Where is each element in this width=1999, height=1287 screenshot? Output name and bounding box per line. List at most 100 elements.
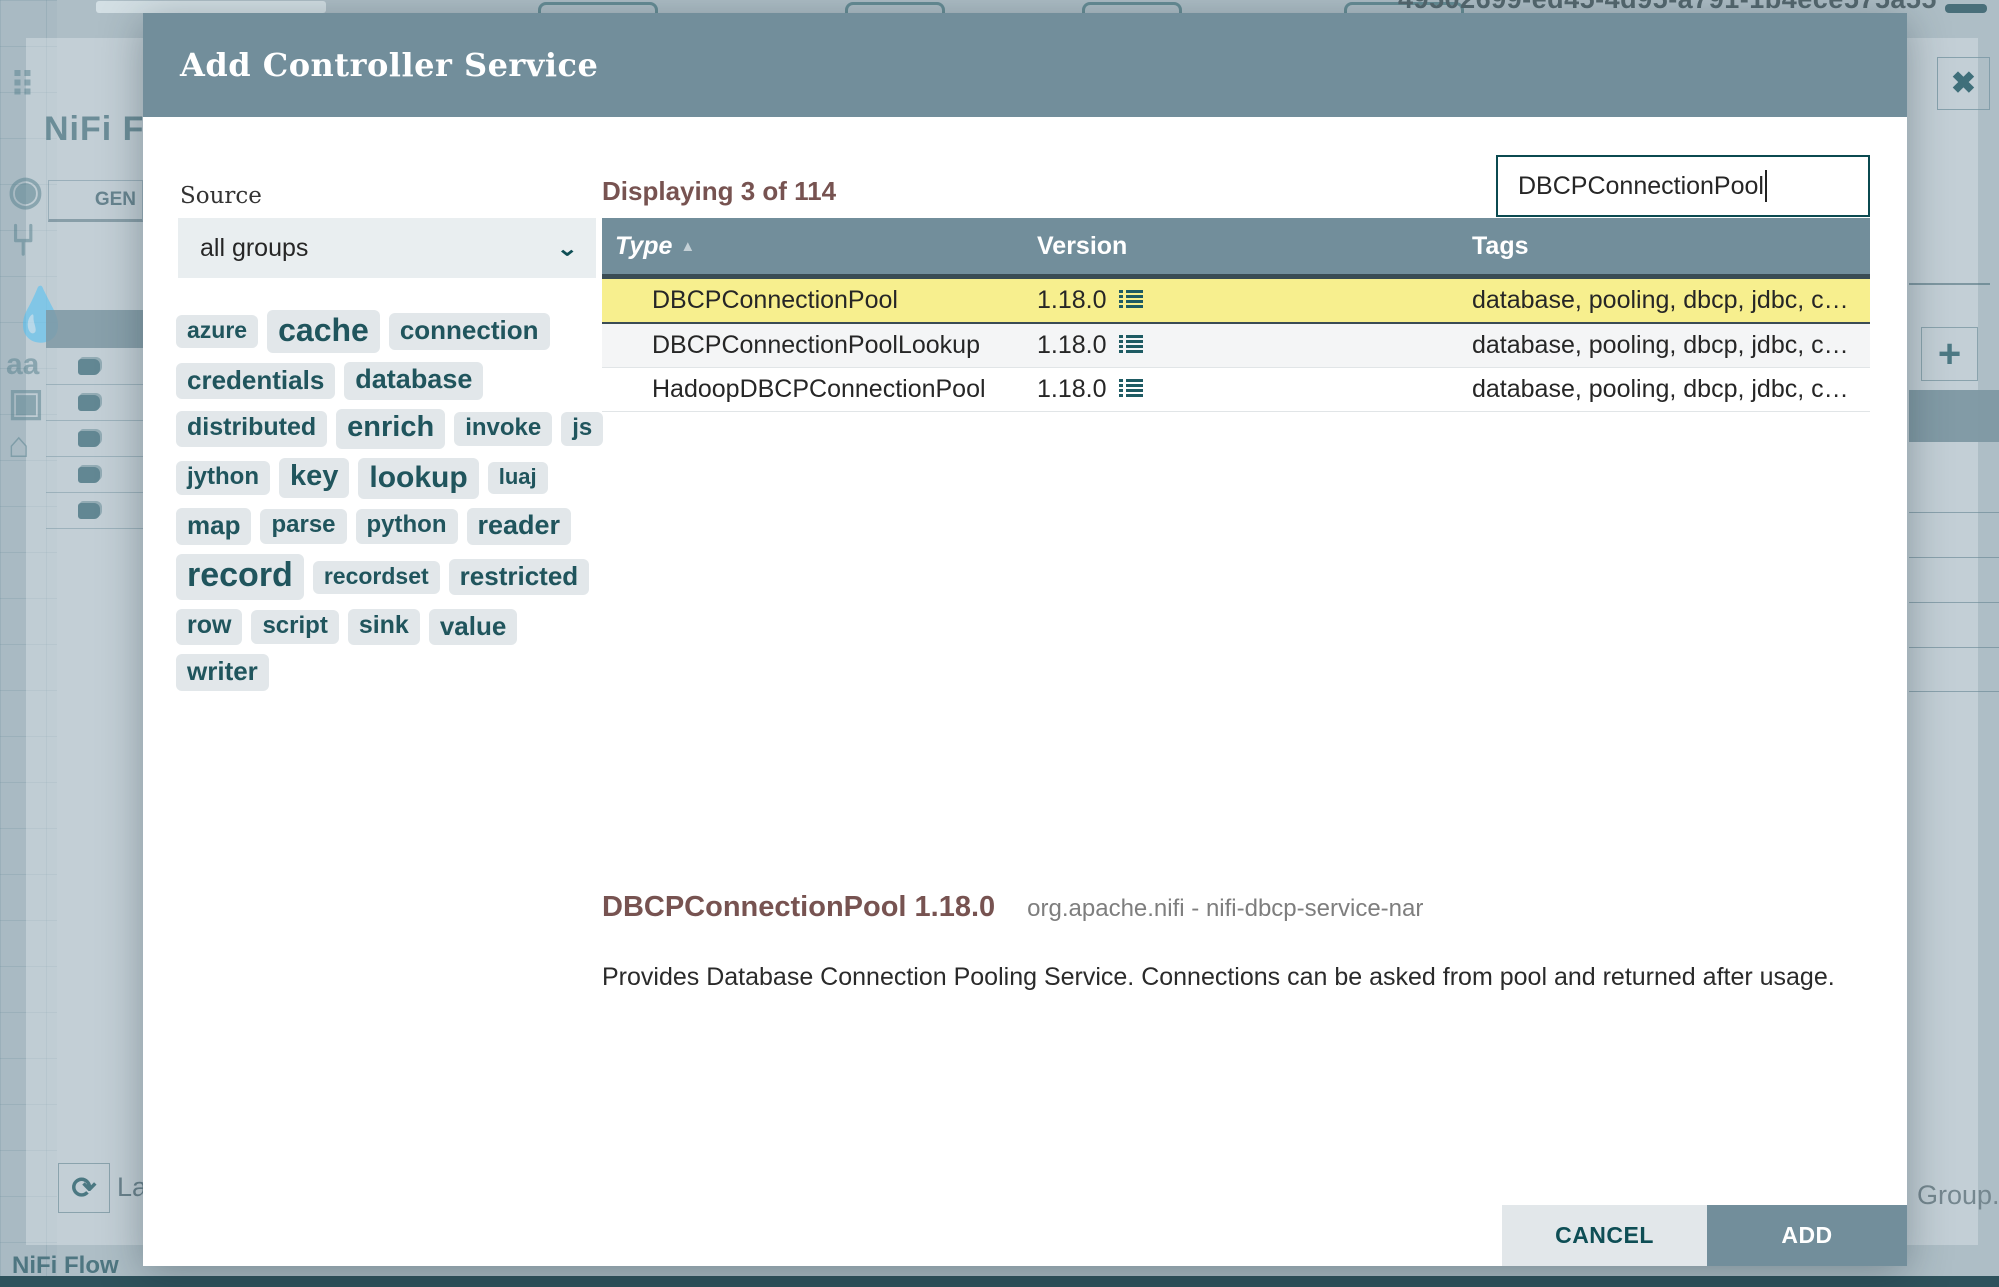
background-table-header: [46, 310, 143, 348]
selected-service-detail: DBCPConnectionPool 1.18.0 org.apache.nif…: [602, 891, 1423, 924]
tag-pill[interactable]: script: [251, 609, 339, 645]
background-row-line: [1909, 602, 1999, 603]
table-body: DBCPConnectionPool 1.18.0 database, pool…: [602, 277, 1870, 412]
tag-cloud: azure cache connection credentials database d…: [176, 306, 624, 696]
background-row-line: [1909, 512, 1999, 513]
drag-dots-icon: ⠿: [10, 67, 35, 105]
tag-pill[interactable]: azure: [176, 314, 259, 349]
tag-pill[interactable]: value: [428, 608, 518, 646]
close-icon[interactable]: ✖: [1937, 57, 1990, 110]
selected-service-title: DBCPConnectionPool 1.18.0: [602, 891, 996, 923]
source-select[interactable]: all groups ⌄: [178, 218, 596, 278]
background-row-line: [1909, 691, 1999, 692]
version-value: 1.18.0: [1037, 375, 1107, 403]
selected-service-description: Provides Database Connection Pooling Ser…: [602, 963, 1835, 991]
toolbar-input-port-icon: [845, 2, 945, 13]
cell-type: DBCPConnectionPool: [652, 286, 898, 314]
text-caret: [1764, 170, 1767, 202]
table-header-row: Type ▲ Version Tags: [602, 218, 1870, 277]
table-row[interactable]: HadoopDBCPConnectionPool 1.18.0 database…: [602, 368, 1870, 412]
version-value: 1.18.0: [1037, 286, 1107, 314]
tag-pill[interactable]: python: [355, 509, 458, 544]
label-aa-icon: aa: [6, 348, 40, 381]
tag-pill[interactable]: record: [176, 554, 304, 600]
tag-pill[interactable]: invoke: [454, 411, 553, 447]
tag-pill[interactable]: enrich: [336, 408, 446, 449]
column-header-type-label: Type: [615, 231, 673, 260]
version-value: 1.18.0: [1037, 331, 1107, 359]
background-service-row: [46, 350, 143, 385]
column-header-version[interactable]: Version: [1015, 232, 1450, 261]
column-header-type[interactable]: Type ▲: [602, 232, 1015, 261]
version-list-icon[interactable]: [1118, 290, 1143, 311]
dialog-header: Add Controller Service: [143, 13, 1907, 117]
tag-pill[interactable]: jython: [176, 461, 270, 496]
version-list-icon[interactable]: [1118, 335, 1143, 356]
group-text: Group.: [1917, 1180, 1999, 1210]
tag-pill[interactable]: sink: [347, 609, 420, 645]
cell-type: DBCPConnectionPoolLookup: [652, 331, 980, 359]
tag-pill[interactable]: restricted: [448, 558, 590, 596]
tag-pill[interactable]: database: [344, 362, 484, 400]
background-row-line: [1909, 647, 1999, 648]
status-bar: [0, 1276, 1999, 1287]
service-type-table: Type ▲ Version Tags DBCPConnectionPool 1.…: [602, 218, 1870, 412]
tag-pill[interactable]: recordset: [312, 560, 440, 594]
version-list-icon[interactable]: [1118, 379, 1143, 400]
refresh-icon: ⟳: [58, 1163, 110, 1213]
background-service-row: [46, 458, 143, 493]
tag-pill[interactable]: js: [561, 411, 604, 447]
tag-pill[interactable]: connection: [388, 313, 550, 350]
book-icon: [78, 395, 100, 411]
play-circle-icon: ◉: [8, 169, 43, 213]
book-icon: [78, 359, 100, 375]
cell-tags: database, pooling, dbcp, jdbc, connec…: [1472, 331, 1870, 359]
table-row[interactable]: DBCPConnectionPoolLookup 1.18.0 database…: [602, 324, 1870, 368]
tag-pill[interactable]: key: [279, 458, 350, 499]
cell-version: 1.18.0: [1015, 286, 1450, 315]
nifi-logo: [96, 1, 326, 13]
background-service-row: [46, 386, 143, 421]
toolbar-output-port-icon: [1082, 2, 1182, 13]
tag-pill[interactable]: writer: [176, 654, 269, 692]
book-icon: [78, 431, 100, 447]
add-controller-service-dialog: Add Controller Service Source all groups…: [143, 13, 1907, 1266]
background-general-tab: GEN: [48, 180, 143, 222]
tag-pill[interactable]: parse: [260, 509, 347, 544]
add-button[interactable]: ADD: [1707, 1205, 1907, 1266]
dialog-title: Add Controller Service: [180, 46, 599, 84]
tag-pill[interactable]: cache: [267, 310, 380, 354]
home-icon: ⌂: [8, 424, 30, 465]
tag-pill[interactable]: distributed: [176, 411, 328, 447]
background-service-row: [46, 494, 143, 529]
tag-pill[interactable]: credentials: [176, 362, 336, 400]
canvas-uuid-text: 49502699-ed45-4d95-a791-1b4ece575a55: [1398, 0, 1937, 13]
book-icon: [78, 503, 100, 519]
book-icon: [78, 467, 100, 483]
cell-version: 1.18.0: [1015, 375, 1450, 404]
tag-pill[interactable]: map: [176, 508, 252, 545]
cell-type: HadoopDBCPConnectionPool: [652, 375, 986, 403]
cell-tags: database, pooling, dbcp, jdbc, connec…: [1472, 286, 1870, 314]
background-row-line: [1909, 557, 1999, 558]
background-dialog-title: NiFi F: [44, 110, 143, 148]
background-table-header-right: [1909, 390, 1999, 442]
filter-input[interactable]: DBCPConnectionPool: [1496, 155, 1870, 217]
displaying-count: Displaying 3 of 114: [602, 176, 837, 206]
cell-version: 1.18.0: [1015, 331, 1450, 360]
source-label: Source: [180, 183, 262, 209]
table-row[interactable]: DBCPConnectionPool 1.18.0 database, pool…: [602, 277, 1870, 324]
tag-pill[interactable]: row: [176, 609, 243, 645]
sort-asc-icon: ▲: [680, 237, 696, 255]
source-select-value: all groups: [200, 233, 309, 262]
nifi-top-toolbar: 49502699-ed45-4d95-a791-1b4ece575a55: [0, 0, 1999, 13]
tag-pill[interactable]: luaj: [487, 462, 548, 495]
background-service-row: [46, 422, 143, 457]
tag-pill[interactable]: lookup: [358, 457, 479, 499]
cancel-button[interactable]: CANCEL: [1502, 1205, 1707, 1266]
tag-pill[interactable]: reader: [466, 507, 572, 546]
filter-input-value: DBCPConnectionPool: [1518, 171, 1764, 200]
toolbar-processor-icon: [538, 2, 658, 13]
column-header-tags[interactable]: Tags: [1450, 232, 1870, 261]
background-divider: [1909, 283, 1990, 285]
